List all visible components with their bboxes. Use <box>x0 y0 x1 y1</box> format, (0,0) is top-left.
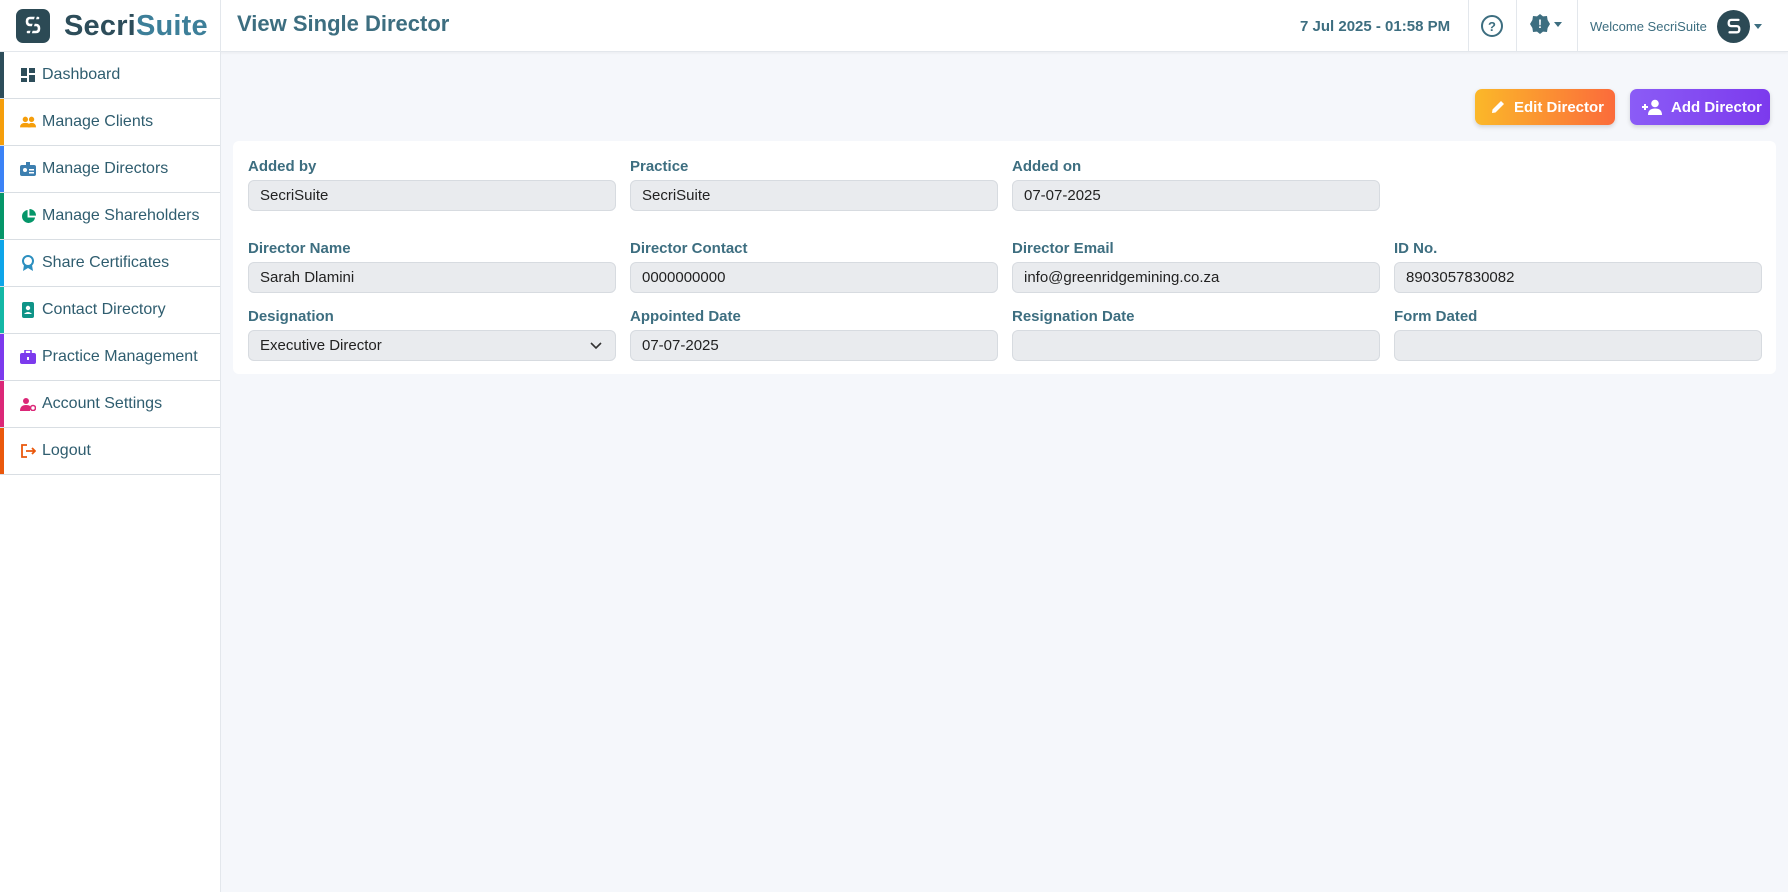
director-contact-label: Director Contact <box>630 240 748 257</box>
director-email-input[interactable]: info@greenridgemining.co.za <box>1012 262 1380 293</box>
appointed-date-label: Appointed Date <box>630 308 741 325</box>
added-by-input[interactable]: SecriSuite <box>248 180 616 211</box>
practice-label: Practice <box>630 158 689 175</box>
added-by-label: Added by <box>248 158 317 175</box>
sidebar-item-manage-clients[interactable]: Manage Clients <box>0 99 220 146</box>
sidebar-item-share-certificates[interactable]: Share Certificates <box>0 240 220 287</box>
caret-down-icon <box>1554 21 1562 27</box>
added-on-input[interactable]: 07-07-2025 <box>1012 180 1380 211</box>
sidebar-item-label: Dashboard <box>42 66 121 83</box>
avatar <box>1717 10 1750 43</box>
award-icon <box>20 255 36 271</box>
sidebar-item-label: Manage Shareholders <box>42 207 200 224</box>
added-on-field: Added on 07-07-2025 <box>1012 158 1380 211</box>
sidebar-item-label: Account Settings <box>42 395 163 412</box>
sidebar-item-practice-management[interactable]: Practice Management <box>0 334 220 381</box>
sidebar-item-manage-shareholders[interactable]: Manage Shareholders <box>0 193 220 240</box>
add-director-button[interactable]: Add Director <box>1630 89 1770 125</box>
director-name-field: Director Name Sarah Dlamini <box>248 240 616 293</box>
added-on-label: Added on <box>1012 158 1082 175</box>
id-badge-icon <box>20 161 36 177</box>
welcome-text: Welcome SecriSuite <box>1590 19 1707 34</box>
designation-value: Executive Director <box>260 337 382 354</box>
divider <box>1516 0 1517 52</box>
add-director-label: Add Director <box>1671 98 1762 116</box>
pencil-icon <box>1492 101 1504 113</box>
practice-input[interactable]: SecriSuite <box>630 180 998 211</box>
dashboard-icon <box>20 67 36 83</box>
alert-badge-icon: ! <box>1530 14 1550 34</box>
practice-field: Practice SecriSuite <box>630 158 998 211</box>
resignation-date-label: Resignation Date <box>1012 308 1135 325</box>
director-contact-input[interactable]: 0000000000 <box>630 262 998 293</box>
sidebar-item-label: Manage Clients <box>42 113 154 130</box>
added-by-field: Added by SecriSuite <box>248 158 616 211</box>
sidebar-item-dashboard[interactable]: Dashboard <box>0 52 220 99</box>
designation-select[interactable]: Executive Director <box>248 330 616 361</box>
notifications-button[interactable]: ! <box>1530 14 1562 34</box>
sidebar-item-label: Contact Directory <box>42 301 166 318</box>
chevron-down-icon <box>590 342 602 350</box>
add-user-icon <box>1642 99 1662 115</box>
brand-name: SecriSuite <box>64 9 208 42</box>
divider <box>1577 0 1578 52</box>
sidebar-item-account-settings[interactable]: Account Settings <box>0 381 220 428</box>
director-email-label: Director Email <box>1012 240 1114 257</box>
appointed-date-field: Appointed Date 07-07-2025 <box>630 308 998 361</box>
user-cog-icon <box>20 396 36 412</box>
resignation-date-input[interactable] <box>1012 330 1380 361</box>
appointed-date-input[interactable]: 07-07-2025 <box>630 330 998 361</box>
sidebar-item-label: Share Certificates <box>42 254 170 271</box>
sidebar-item-manage-directors[interactable]: Manage Directors <box>0 146 220 193</box>
divider <box>1468 0 1469 52</box>
sidebar-item-logout[interactable]: Logout <box>0 428 220 475</box>
edit-director-label: Edit Director <box>1514 98 1605 116</box>
top-bar: SecriSuite View Single Director 7 Jul 20… <box>0 0 1788 52</box>
designation-field: Designation Executive Director <box>248 308 616 361</box>
logout-icon <box>20 443 36 459</box>
director-email-field: Director Email info@greenridgemining.co.… <box>1012 240 1380 293</box>
director-details-card: Added by SecriSuite Practice SecriSuite … <box>233 141 1776 374</box>
briefcase-icon <box>20 349 36 365</box>
user-menu-button[interactable] <box>1717 10 1762 43</box>
pie-chart-icon <box>20 208 36 224</box>
current-datetime: 7 Jul 2025 - 01:58 PM <box>1300 18 1451 35</box>
resignation-date-field: Resignation Date <box>1012 308 1380 361</box>
designation-label: Designation <box>248 308 334 325</box>
sidebar-item-label: Practice Management <box>42 348 198 365</box>
sidebar-item-contact-directory[interactable]: Contact Directory <box>0 287 220 334</box>
users-icon <box>20 114 36 130</box>
form-dated-field: Form Dated <box>1394 308 1762 361</box>
sidebar-item-label: Manage Directors <box>42 160 169 177</box>
id-no-field: ID No. 8903057830082 <box>1394 240 1762 293</box>
director-name-input[interactable]: Sarah Dlamini <box>248 262 616 293</box>
caret-down-icon <box>1754 24 1762 29</box>
contact-book-icon <box>20 302 36 318</box>
form-dated-input[interactable] <box>1394 330 1762 361</box>
help-icon[interactable]: ? <box>1481 15 1503 37</box>
sidebar-item-label: Logout <box>42 442 91 459</box>
sidebar: Dashboard Manage Clients Manage Director… <box>0 52 221 892</box>
id-no-input[interactable]: 8903057830082 <box>1394 262 1762 293</box>
director-contact-field: Director Contact 0000000000 <box>630 240 998 293</box>
director-name-label: Director Name <box>248 240 351 257</box>
form-dated-label: Form Dated <box>1394 308 1478 325</box>
brand[interactable]: SecriSuite <box>0 0 221 52</box>
secrisuite-logo-icon <box>16 9 50 43</box>
page-title: View Single Director <box>237 11 450 36</box>
edit-director-button[interactable]: Edit Director <box>1475 89 1615 125</box>
id-no-label: ID No. <box>1394 240 1438 257</box>
